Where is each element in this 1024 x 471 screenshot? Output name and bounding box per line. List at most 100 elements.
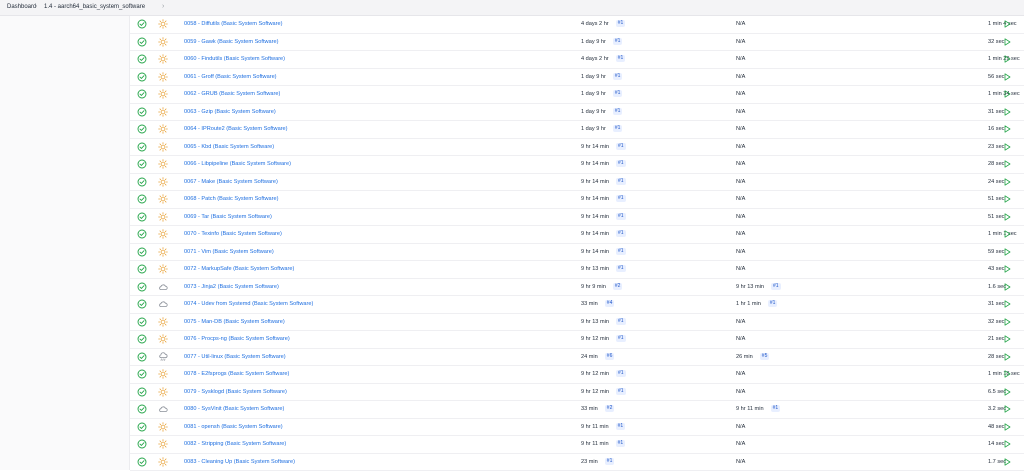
- job-name-link[interactable]: 0079 - Sysklogd (Basic System Software): [184, 384, 287, 401]
- job-name-link[interactable]: 0060 - Findutils (Basic System Software): [184, 51, 285, 68]
- schedule-build-icon[interactable]: [1002, 177, 1012, 187]
- schedule-build-icon[interactable]: [1002, 352, 1012, 362]
- success-build-link[interactable]: #1: [616, 230, 626, 237]
- success-build-link[interactable]: #1: [616, 160, 626, 167]
- job-name-link[interactable]: 0065 - Kbd (Basic System Software): [184, 139, 274, 156]
- schedule-build-icon[interactable]: [1002, 334, 1012, 344]
- table-row: 0062 - GRUB (Basic System Software)1 day…: [130, 86, 1024, 104]
- success-build-link[interactable]: #1: [616, 213, 626, 220]
- last-failure-time: N/A: [736, 91, 745, 97]
- job-name-link[interactable]: 0066 - Libpipeline (Basic System Softwar…: [184, 156, 291, 173]
- job-name-link[interactable]: 0067 - Make (Basic System Software): [184, 174, 278, 191]
- last-failure-cell: N/A: [736, 209, 745, 226]
- schedule-build-icon[interactable]: [1002, 439, 1012, 449]
- success-build-link[interactable]: #1: [616, 55, 626, 62]
- job-name-link[interactable]: 0078 - E2fsprogs (Basic System Software): [184, 366, 289, 383]
- schedule-build-icon[interactable]: [1002, 282, 1012, 292]
- schedule-build-icon[interactable]: [1002, 247, 1012, 257]
- last-success-cell: 9 hr 11 min#1: [581, 436, 625, 453]
- job-name-link[interactable]: 0064 - IPRoute2 (Basic System Software): [184, 121, 288, 138]
- job-name-link[interactable]: 0074 - Udev from Systemd (Basic System S…: [184, 296, 313, 313]
- failure-build-link[interactable]: #1: [768, 300, 778, 307]
- schedule-build-icon[interactable]: [1002, 159, 1012, 169]
- schedule-build-icon[interactable]: [1002, 89, 1012, 99]
- schedule-build-icon[interactable]: [1002, 212, 1012, 222]
- schedule-build-icon[interactable]: [1002, 264, 1012, 274]
- failure-build-link[interactable]: #1: [771, 405, 781, 412]
- success-build-link[interactable]: #1: [616, 178, 626, 185]
- job-name-link[interactable]: 0083 - Cleaning Up (Basic System Softwar…: [184, 454, 295, 471]
- success-build-link[interactable]: #4: [605, 300, 615, 307]
- failure-build-link[interactable]: #5: [760, 353, 770, 360]
- last-success-cell: 9 hr 12 min#1: [581, 366, 626, 383]
- last-success-cell: 9 hr 13 min#1: [581, 314, 626, 331]
- chevron-right-icon[interactable]: ›: [162, 3, 164, 10]
- schedule-build-icon[interactable]: [1002, 317, 1012, 327]
- job-name-link[interactable]: 0082 - Stripping (Basic System Software): [184, 436, 286, 453]
- success-build-link[interactable]: #1: [616, 440, 626, 447]
- success-build-link[interactable]: #1: [613, 73, 623, 80]
- job-name-link[interactable]: 0063 - Gzip (Basic System Software): [184, 104, 276, 121]
- success-build-link[interactable]: #1: [616, 318, 626, 325]
- schedule-build-icon[interactable]: [1002, 387, 1012, 397]
- success-build-link[interactable]: #1: [616, 388, 626, 395]
- last-success-time: 4 days 2 hr: [581, 21, 609, 27]
- success-build-link[interactable]: #1: [616, 20, 626, 27]
- success-build-link[interactable]: #1: [616, 335, 626, 342]
- job-name-link[interactable]: 0080 - SysVinit (Basic System Software): [184, 401, 284, 418]
- schedule-build-icon[interactable]: [1002, 124, 1012, 134]
- schedule-build-icon[interactable]: [1002, 457, 1012, 467]
- job-name-link[interactable]: 0071 - Vim (Basic System Software): [184, 244, 274, 261]
- success-build-link[interactable]: #1: [613, 38, 623, 45]
- schedule-build-icon[interactable]: [1002, 142, 1012, 152]
- job-name-link[interactable]: 0069 - Tar (Basic System Software): [184, 209, 272, 226]
- schedule-build-icon[interactable]: [1002, 422, 1012, 432]
- job-name-link[interactable]: 0072 - MarkupSafe (Basic System Software…: [184, 261, 294, 278]
- success-build-link[interactable]: #1: [616, 143, 626, 150]
- schedule-build-icon[interactable]: [1002, 72, 1012, 82]
- job-name-link[interactable]: 0076 - Procps-ng (Basic System Software): [184, 331, 290, 348]
- cloudy-weather-icon: [158, 299, 168, 309]
- last-success-time: 33 min: [581, 301, 598, 307]
- success-build-link[interactable]: #2: [605, 405, 615, 412]
- job-name-link[interactable]: 0073 - Jinja2 (Basic System Software): [184, 279, 279, 296]
- schedule-build-icon[interactable]: [1002, 37, 1012, 47]
- job-name-link[interactable]: 0077 - Util-linux (Basic System Software…: [184, 349, 286, 366]
- schedule-build-icon[interactable]: [1002, 19, 1012, 29]
- schedule-build-icon[interactable]: [1002, 54, 1012, 64]
- success-build-link[interactable]: #1: [616, 195, 626, 202]
- schedule-build-icon[interactable]: [1002, 107, 1012, 117]
- schedule-build-icon[interactable]: [1002, 369, 1012, 379]
- success-build-link[interactable]: #1: [605, 458, 615, 465]
- job-name-link[interactable]: 0075 - Man-DB (Basic System Software): [184, 314, 285, 331]
- job-name-link[interactable]: 0068 - Patch (Basic System Software): [184, 191, 279, 208]
- job-name-link[interactable]: 0059 - Gawk (Basic System Software): [184, 34, 279, 51]
- success-status-icon: [137, 317, 147, 327]
- success-build-link[interactable]: #1: [616, 248, 626, 255]
- success-build-link[interactable]: #1: [613, 125, 623, 132]
- success-build-link[interactable]: #1: [616, 265, 626, 272]
- breadcrumb-folder[interactable]: 1.4 - aarch64_basic_system_software: [44, 4, 145, 10]
- failure-build-link[interactable]: #1: [771, 283, 781, 290]
- schedule-build-icon[interactable]: [1002, 229, 1012, 239]
- job-name-link[interactable]: 0062 - GRUB (Basic System Software): [184, 86, 280, 103]
- schedule-build-icon[interactable]: [1002, 194, 1012, 204]
- last-failure-cell: N/A: [736, 226, 745, 243]
- success-build-link[interactable]: #1: [616, 423, 626, 430]
- success-build-link[interactable]: #6: [605, 353, 615, 360]
- job-name-link[interactable]: 0070 - Texinfo (Basic System Software): [184, 226, 282, 243]
- breadcrumb-dashboard[interactable]: Dashboard: [7, 4, 36, 10]
- last-success-time: 1 day 9 hr: [581, 74, 606, 80]
- success-build-link[interactable]: #2: [613, 283, 623, 290]
- table-row: 0071 - Vim (Basic System Software)9 hr 1…: [130, 244, 1024, 262]
- success-status-icon: [137, 457, 147, 467]
- success-build-link[interactable]: #1: [613, 108, 623, 115]
- job-name-link[interactable]: 0081 - opensh (Basic System Software): [184, 419, 283, 436]
- job-name-link[interactable]: 0061 - Groff (Basic System Software): [184, 69, 277, 86]
- schedule-build-icon[interactable]: [1002, 404, 1012, 414]
- success-build-link[interactable]: #1: [613, 90, 623, 97]
- schedule-build-icon[interactable]: [1002, 299, 1012, 309]
- success-build-link[interactable]: #1: [616, 370, 626, 377]
- last-success-time: 9 hr 14 min: [581, 161, 609, 167]
- job-name-link[interactable]: 0058 - Diffutils (Basic System Software): [184, 16, 282, 33]
